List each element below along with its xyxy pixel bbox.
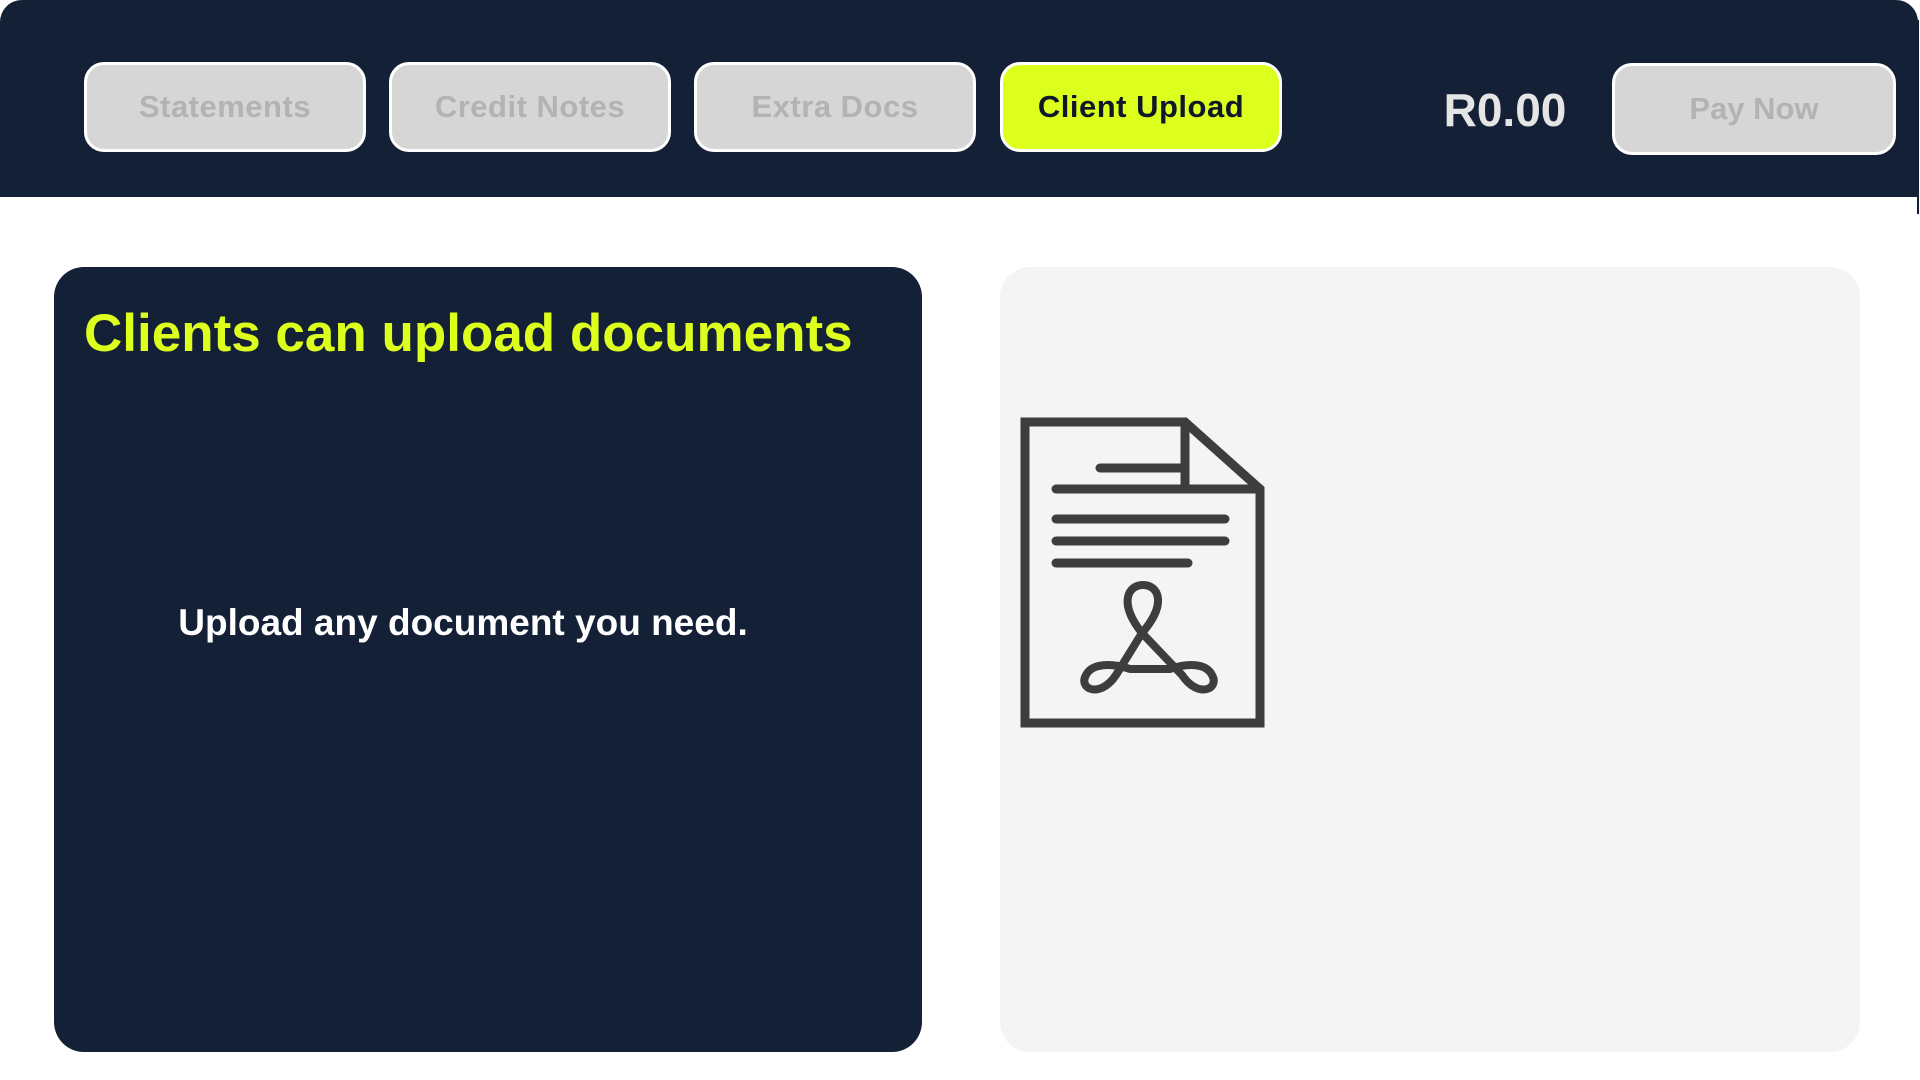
- tab-extra-docs[interactable]: Extra Docs: [694, 62, 976, 152]
- upload-info-card: Clients can upload documents Upload any …: [54, 267, 922, 1052]
- tab-statements[interactable]: Statements: [84, 62, 366, 152]
- info-card-description: Upload any document you need.: [178, 602, 748, 643]
- pay-now-button[interactable]: Pay Now: [1612, 63, 1896, 155]
- top-navigation-bar: Statements Credit Notes Extra Docs Clien…: [0, 0, 1918, 197]
- window-edge: [1917, 20, 1919, 214]
- info-card-title: Clients can upload documents: [84, 304, 853, 363]
- balance-amount: R0.00: [1443, 84, 1567, 136]
- pdf-document-icon: [1020, 417, 1265, 728]
- document-preview-panel: [1000, 267, 1860, 1052]
- tab-client-upload[interactable]: Client Upload: [1000, 62, 1282, 152]
- tab-credit-notes[interactable]: Credit Notes: [389, 62, 671, 152]
